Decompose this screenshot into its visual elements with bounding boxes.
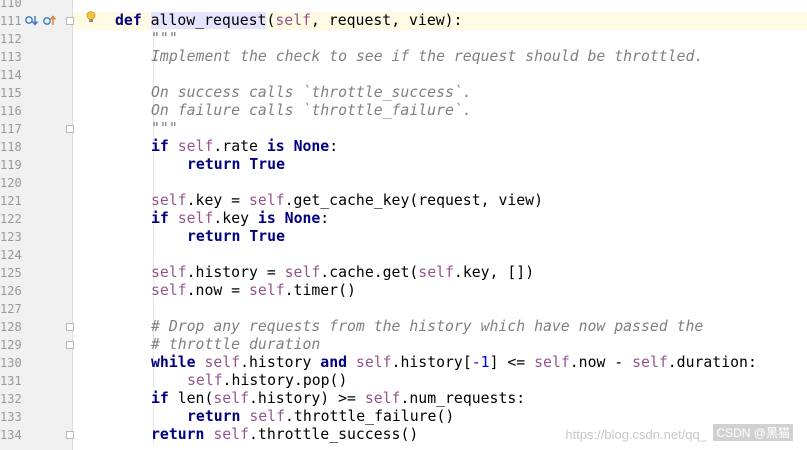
override-marker-icon[interactable] bbox=[25, 15, 41, 27]
line-number: 113 bbox=[0, 50, 22, 64]
line-number: 123 bbox=[0, 230, 22, 244]
fold-marker[interactable] bbox=[66, 431, 74, 439]
watermark-url: https://blog.csdn.net/qq_ bbox=[565, 427, 707, 442]
function-name[interactable]: allow_request bbox=[150, 12, 267, 29]
line-number: 119 bbox=[0, 158, 22, 172]
line-number: 132 bbox=[0, 392, 22, 406]
line-number: 114 bbox=[0, 68, 22, 82]
code-line[interactable]: self.key = self.get_cache_key(request, v… bbox=[151, 192, 543, 210]
code-line[interactable]: self.history.pop() bbox=[187, 372, 347, 390]
lightbulb-icon[interactable] bbox=[86, 11, 96, 23]
line-number: 130 bbox=[0, 356, 22, 370]
code-line[interactable]: self.history = self.cache.get(self.key, … bbox=[151, 264, 534, 282]
comment-line[interactable]: # throttle duration bbox=[151, 336, 320, 354]
line-number: 118 bbox=[0, 140, 22, 154]
docstring-line[interactable]: Implement the check to see if the reques… bbox=[151, 48, 703, 66]
code-line[interactable]: self.now = self.timer() bbox=[151, 282, 356, 300]
line-number: 129 bbox=[0, 338, 22, 352]
fold-marker[interactable] bbox=[66, 17, 74, 25]
watermark-badge: CSDN @黑猫 bbox=[713, 424, 793, 441]
docstring-line[interactable]: On failure calls `throttle_failure`. bbox=[151, 102, 472, 120]
line-number: 120 bbox=[0, 176, 22, 190]
line-number: 110 bbox=[0, 0, 22, 10]
docstring-line[interactable]: """ bbox=[151, 120, 178, 138]
code-line[interactable]: return True bbox=[187, 228, 285, 246]
code-line[interactable]: while self.history and self.history[-1] … bbox=[151, 354, 757, 372]
code-line[interactable]: if len(self.history) >= self.num_request… bbox=[151, 390, 525, 408]
fold-marker[interactable] bbox=[66, 341, 74, 349]
code-line[interactable]: if self.key is None: bbox=[151, 210, 329, 228]
line-number: 127 bbox=[0, 302, 22, 316]
line-number: 115 bbox=[0, 86, 22, 100]
line-number: 128 bbox=[0, 320, 22, 334]
line-number: 111 bbox=[0, 14, 22, 28]
code-line[interactable]: return self.throttle_success() bbox=[151, 426, 418, 444]
line-number: 116 bbox=[0, 104, 22, 118]
line-number: 112 bbox=[0, 32, 22, 46]
line-number: 134 bbox=[0, 428, 22, 442]
docstring-line[interactable]: On success calls `throttle_success`. bbox=[151, 84, 472, 102]
code-line[interactable]: return True bbox=[187, 156, 285, 174]
fold-marker[interactable] bbox=[66, 323, 74, 331]
line-number: 122 bbox=[0, 212, 22, 226]
code-line[interactable]: def allow_request(self, request, view): bbox=[115, 12, 462, 30]
implemented-marker-icon[interactable] bbox=[43, 15, 59, 27]
fold-marker[interactable] bbox=[66, 125, 74, 133]
line-number: 131 bbox=[0, 374, 22, 388]
line-number: 125 bbox=[0, 266, 22, 280]
code-line[interactable]: if self.rate is None: bbox=[151, 138, 338, 156]
code-line[interactable]: return self.throttle_failure() bbox=[187, 408, 454, 426]
docstring-line[interactable]: """ bbox=[151, 30, 178, 48]
comment-line[interactable]: # Drop any requests from the history whi… bbox=[151, 318, 703, 336]
line-number: 124 bbox=[0, 248, 22, 262]
line-number: 133 bbox=[0, 410, 22, 424]
line-number: 126 bbox=[0, 284, 22, 298]
line-number: 117 bbox=[0, 122, 22, 136]
line-number: 121 bbox=[0, 194, 22, 208]
